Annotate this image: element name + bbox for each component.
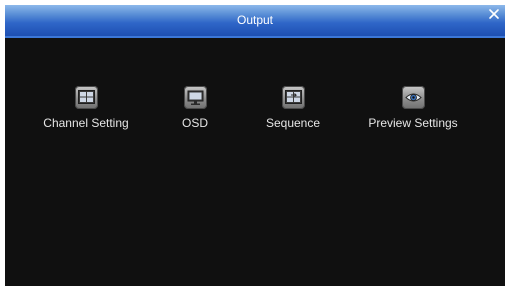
close-icon[interactable] [488, 8, 500, 20]
eye-icon [401, 86, 425, 109]
channel-setting-label: Channel Setting [43, 116, 129, 130]
menu-panel: Channel Setting OSD Sequence Preview Set… [5, 38, 505, 286]
sequence-button[interactable]: Sequence [233, 86, 353, 130]
sequence-label: Sequence [265, 116, 321, 130]
preview-settings-label: Preview Settings [368, 116, 458, 130]
title-bar: Output [5, 5, 505, 38]
window-title: Output [236, 13, 274, 27]
channel-setting-icon [74, 86, 98, 109]
output-window: Output Channel Setting OSD Sequence Prev… [5, 5, 505, 286]
monitor-icon [183, 86, 207, 109]
preview-settings-button[interactable]: Preview Settings [353, 86, 473, 130]
sequence-icon [281, 86, 305, 109]
channel-setting-button[interactable]: Channel Setting [26, 86, 146, 130]
